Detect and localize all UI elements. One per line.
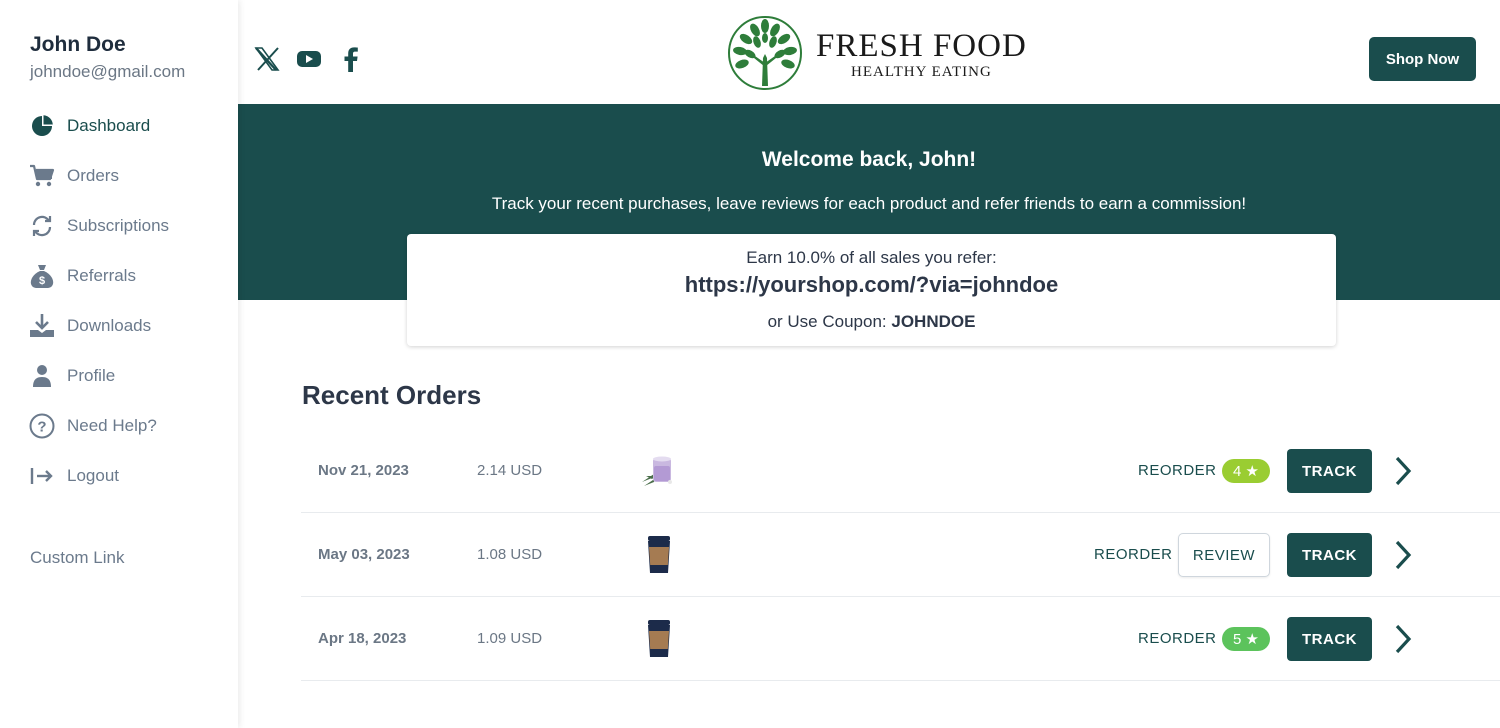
- orders-list: Nov 21, 2023 2.14 USD REORDER 4 ★ TRACK …: [301, 429, 1500, 681]
- referral-earn-text: Earn 10.0% of all sales you refer:: [746, 248, 997, 267]
- sidebar-item-subscriptions[interactable]: Subscriptions: [0, 201, 238, 251]
- order-price: 1.08 USD: [477, 546, 543, 563]
- order-date: Nov 21, 2023: [318, 462, 409, 479]
- pie-chart-icon: [29, 113, 55, 139]
- svg-text:$: $: [39, 275, 45, 287]
- sidebar-item-label: Orders: [67, 166, 119, 185]
- recent-orders-title: Recent Orders: [302, 380, 482, 410]
- order-row: May 03, 2023 1.08 USD REORDER REVIEW TRA…: [301, 513, 1500, 597]
- sidebar-item-logout[interactable]: Logout: [0, 451, 238, 501]
- cart-icon: [29, 163, 55, 189]
- reorder-button[interactable]: REORDER: [1138, 462, 1217, 479]
- sidebar-item-referrals[interactable]: $ Referrals: [0, 251, 238, 301]
- chevron-right-icon[interactable]: [1391, 623, 1415, 655]
- logo-text: FRESH FOOD HEALTHY EATING: [816, 30, 1027, 81]
- sidebar-item-label: Need Help?: [67, 416, 157, 435]
- order-date: May 03, 2023: [318, 546, 410, 563]
- order-row: Apr 18, 2023 1.09 USD REORDER 5 ★ TRACK: [301, 597, 1500, 681]
- logo-title: FRESH FOOD: [816, 28, 1027, 64]
- review-button[interactable]: REVIEW: [1178, 533, 1270, 577]
- top-header: FRESH FOOD HEALTHY EATING Shop Now: [238, 0, 1500, 104]
- youtube-icon[interactable]: [294, 44, 324, 74]
- download-icon: [29, 313, 55, 339]
- welcome-tagline: Track your recent purchases, leave revie…: [491, 194, 1247, 213]
- sidebar-item-label: Logout: [67, 466, 119, 485]
- logo-subtitle: HEALTHY EATING: [851, 64, 992, 80]
- chevron-right-icon[interactable]: [1391, 455, 1415, 487]
- referral-coupon: or Use Coupon: JOHNDOE: [407, 312, 1336, 332]
- sidebar-item-label: Downloads: [67, 316, 152, 335]
- sidebar-item-label: Profile: [67, 366, 116, 385]
- facebook-icon[interactable]: [336, 44, 366, 74]
- shop-now-button[interactable]: Shop Now: [1369, 37, 1476, 81]
- user-name: John Doe: [30, 33, 126, 56]
- track-button[interactable]: TRACK: [1287, 617, 1372, 661]
- custom-link[interactable]: Custom Link: [30, 548, 124, 568]
- reorder-button[interactable]: REORDER: [1138, 630, 1217, 647]
- sidebar-item-label: Dashboard: [67, 116, 151, 135]
- logout-icon: [29, 463, 55, 489]
- sidebar-item-help[interactable]: ? Need Help?: [0, 401, 238, 451]
- welcome-heading: Welcome back, John!: [761, 148, 977, 171]
- coupon-prefix: or Use Coupon:: [767, 312, 892, 331]
- rating-badge: 5 ★: [1222, 627, 1270, 651]
- sidebar-item-label: Referrals: [67, 266, 136, 285]
- coffee-cup-image[interactable]: [639, 619, 679, 659]
- sidebar-item-profile[interactable]: Profile: [0, 351, 238, 401]
- sidebar-nav: Dashboard Orders Subscriptions $ Referra…: [0, 101, 238, 501]
- x-icon[interactable]: [252, 44, 282, 74]
- order-date: Apr 18, 2023: [318, 630, 407, 647]
- order-price: 2.14 USD: [477, 462, 543, 479]
- person-icon: [29, 363, 55, 389]
- chevron-right-icon[interactable]: [1391, 539, 1415, 571]
- sidebar: John Doe johndoe@gmail.com Dashboard Ord…: [0, 0, 238, 728]
- sidebar-item-orders[interactable]: Orders: [0, 151, 238, 201]
- coffee-cup-image[interactable]: [639, 535, 679, 575]
- rating-badge: 4 ★: [1222, 459, 1270, 483]
- referral-card: Earn 10.0% of all sales you refer: https…: [407, 234, 1336, 346]
- order-price: 1.09 USD: [477, 630, 543, 647]
- referral-link[interactable]: https://yourshop.com/?via=johndoe: [407, 272, 1336, 298]
- user-email: johndoe@gmail.com: [30, 62, 186, 81]
- svg-text:?: ?: [37, 419, 46, 436]
- sidebar-item-label: Subscriptions: [67, 216, 170, 235]
- sidebar-item-downloads[interactable]: Downloads: [0, 301, 238, 351]
- logo[interactable]: FRESH FOOD HEALTHY EATING: [728, 16, 1027, 95]
- track-button[interactable]: TRACK: [1287, 449, 1372, 493]
- sidebar-item-dashboard[interactable]: Dashboard: [0, 101, 238, 151]
- help-icon: ?: [29, 413, 55, 439]
- refresh-icon: [29, 213, 55, 239]
- order-row: Nov 21, 2023 2.14 USD REORDER 4 ★ TRACK: [301, 429, 1500, 513]
- reorder-button[interactable]: REORDER: [1094, 546, 1173, 563]
- tree-logo-icon: [728, 16, 802, 95]
- money-bag-icon: $: [29, 263, 55, 289]
- track-button[interactable]: TRACK: [1287, 533, 1372, 577]
- coupon-code[interactable]: JOHNDOE: [891, 312, 975, 331]
- candle-image[interactable]: [639, 451, 679, 491]
